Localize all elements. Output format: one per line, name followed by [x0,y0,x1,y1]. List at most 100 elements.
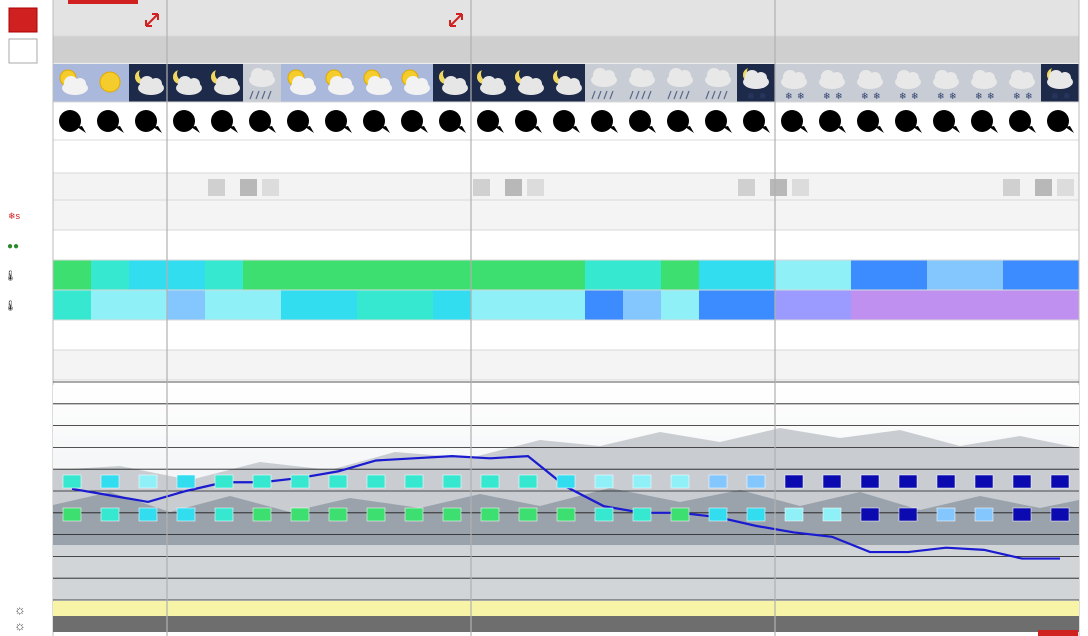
sun-icon [91,64,129,102]
snow-icon: ❄ ❄ [775,64,813,102]
temp-cell [205,260,243,290]
bot_lift-badge [62,507,82,522]
refresh-icon[interactable] [1035,179,1052,196]
top_lift-badge [138,474,158,489]
snow-flake: ❄ [1051,91,1059,101]
rain-row-band [53,230,1079,260]
top_lift-badge [442,474,462,489]
rain-icon [661,64,699,102]
snow-flake: ❄ [899,91,907,101]
snow-row-band [53,200,1079,230]
partly-sunny-icon [395,64,433,102]
wind-direction-arrow [761,126,770,133]
partly-sunny-icon [357,64,395,102]
wind-disc-inner [593,112,611,130]
chill-cell [585,290,623,320]
wind-direction-arrow [267,126,276,133]
temp-cell [433,260,471,290]
bot_lift-badge [632,507,652,522]
bot_lift-badge [670,507,690,522]
temp-cell [1041,260,1079,290]
partly-sunny-icon [281,64,319,102]
chill-cell [851,290,889,320]
selected-tab-marker [68,0,138,4]
cloud-part [150,78,162,90]
widget-icon[interactable] [473,179,490,196]
top_lift-badge [480,474,500,489]
bot_lift-badge [746,507,766,522]
sunset-band [53,616,1079,632]
cloud-part [1059,72,1071,84]
thermometer-icon: 🌡 [4,270,17,282]
snow-icon: ❄ ❄ [851,64,889,102]
wind-disc-inner [1011,112,1029,130]
celsius-button[interactable] [8,7,38,33]
snow-icon: ❄ ❄ [927,64,965,102]
snow-flake: ❄ [823,91,831,101]
wind-disc-inner [897,112,915,130]
top_lift-badge [252,474,272,489]
widget-icon[interactable] [738,179,755,196]
night-cloud-icon [471,64,509,102]
snow-flake: ❄ [861,91,869,101]
wind-disc-inner [517,112,535,130]
bot_lift-badge [594,507,614,522]
top_lift-badge [784,474,804,489]
cloud-part [226,78,238,90]
top_lift-badge [290,474,310,489]
top_lift-badge [176,474,196,489]
footer-marker [1038,630,1078,636]
fahrenheit-button[interactable] [8,38,38,64]
cloud-part [340,78,352,90]
chill-cell [1003,290,1041,320]
refresh-icon[interactable] [505,179,522,196]
wind-direction-arrow [77,126,86,133]
temp-cell [775,260,813,290]
refresh-icon[interactable] [240,179,257,196]
temp-cell [661,260,699,290]
widget-icon[interactable] [208,179,225,196]
snow-row-icon: ❄s [8,211,21,221]
chill-cell [699,290,737,320]
temp-cell [1003,260,1041,290]
wind-direction-arrow [229,126,238,133]
chill-cell [395,290,433,320]
snowflake-icon[interactable] [262,179,279,196]
cloud-part [302,78,314,90]
chill-cell [1041,290,1079,320]
snow-flake: ❄ [759,91,767,101]
wind-disc-inner [555,112,573,130]
snowflake-icon[interactable] [527,179,544,196]
temp-cell [699,260,737,290]
snowflake-icon[interactable] [1057,179,1074,196]
sunrise-icon: ☼ [14,602,26,617]
refresh-icon[interactable] [770,179,787,196]
chill-cell [927,290,965,320]
wind-disc-inner [669,112,687,130]
night-cloud-icon [433,64,471,102]
chill-cell [471,290,509,320]
temp-cell [129,260,167,290]
wind-disc-inner [783,112,801,130]
top_lift-badge [632,474,652,489]
top_lift-badge [936,474,956,489]
snowflake-icon[interactable] [792,179,809,196]
cloud-part [378,78,390,90]
temp-cell [623,260,661,290]
snow-icon: ❄ ❄ [1003,64,1041,102]
cloud-part [492,78,504,90]
temp-cell [243,260,281,290]
bot_lift-badge [176,507,196,522]
wind-disc-inner [251,112,269,130]
cloud-part [679,70,691,82]
top_lift-badge [822,474,842,489]
wind-direction-arrow [875,126,884,133]
wind-direction-arrow [305,126,314,133]
wind-disc-inner [441,112,459,130]
rain-icon [243,64,281,102]
bot_lift-badge [404,507,424,522]
temp-cell [889,260,927,290]
chill-cell [813,290,851,320]
widget-icon[interactable] [1003,179,1020,196]
temp-cell [813,260,851,290]
